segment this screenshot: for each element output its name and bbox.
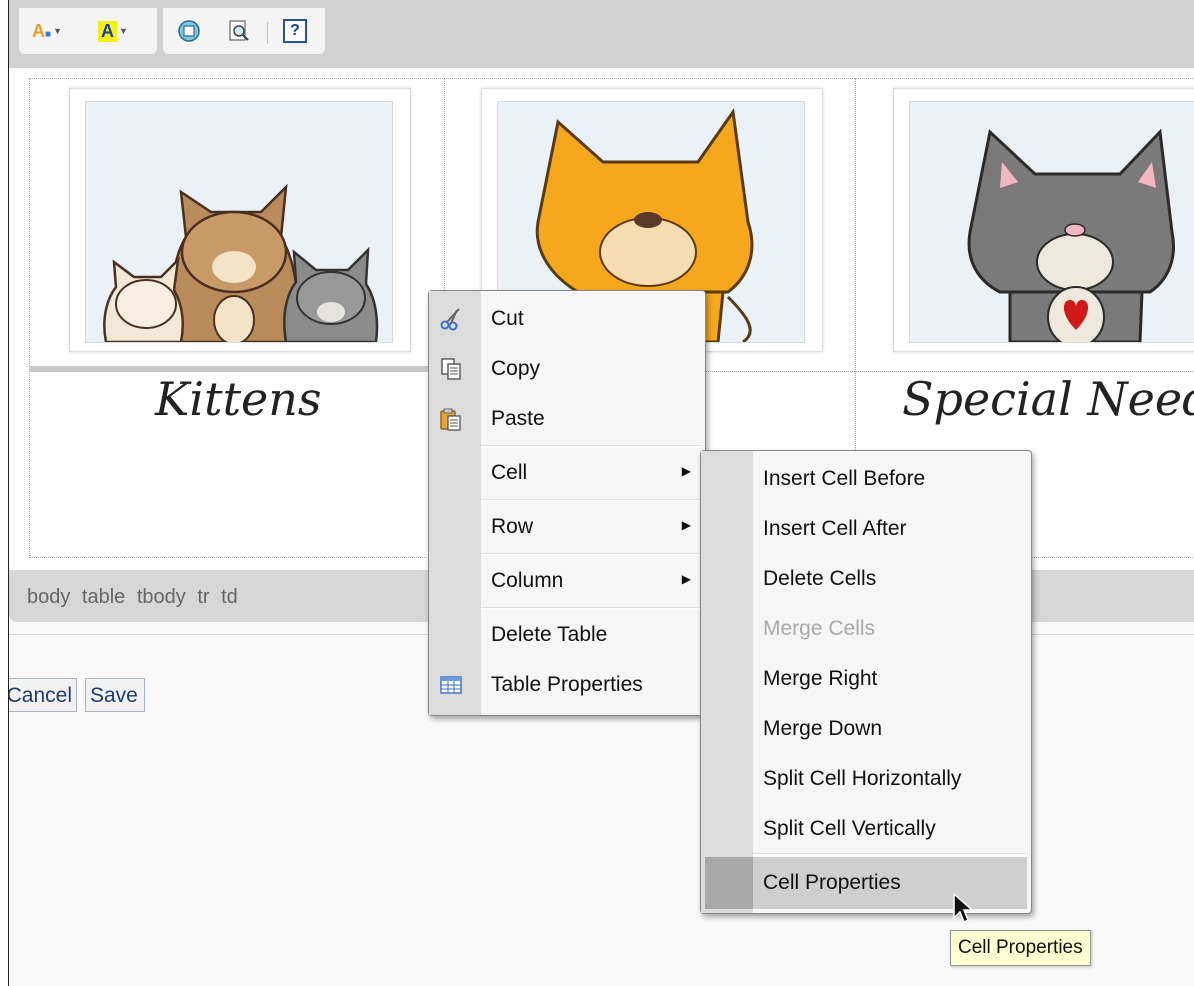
cell-submenu: Insert Cell Before Insert Cell After Del… — [700, 450, 1032, 914]
text-color-button[interactable]: A■ ▼ — [31, 16, 63, 46]
gray-cat-illustration — [967, 128, 1175, 342]
mouse-cursor-icon — [953, 892, 974, 924]
help-button[interactable]: ? — [279, 16, 311, 46]
paste-icon — [440, 408, 461, 431]
menu-item-row[interactable]: Row ▶ — [429, 505, 705, 549]
help-icon: ? — [283, 19, 307, 43]
context-menu: Cut Copy Paste Cell ▶ Row ▶ Column ▶ Del… — [428, 290, 706, 716]
menu-item-merge-right[interactable]: Merge Right — [701, 657, 1031, 701]
gray-cat-heart-image[interactable] — [893, 88, 1194, 352]
menu-item-paste[interactable]: Paste — [429, 397, 705, 441]
submenu-arrow-icon: ▶ — [681, 518, 691, 532]
menu-separator — [753, 853, 1027, 856]
cell-caption: Special Needs — [902, 372, 1194, 426]
scissors-icon — [440, 308, 460, 331]
menu-item-split-cell-horizontally[interactable]: Split Cell Horizontally — [701, 757, 1031, 801]
menu-item-column[interactable]: Column ▶ — [429, 559, 705, 603]
preview-button[interactable] — [223, 16, 255, 46]
editor-toolbar: A■ ▼ A ▼ ? — [9, 0, 1194, 68]
menu-item-delete-table[interactable]: Delete Table — [429, 613, 705, 657]
toolbar-group-colors: A■ ▼ A ▼ — [19, 8, 157, 54]
chevron-down-icon: ▼ — [53, 26, 62, 36]
menu-separator — [481, 553, 701, 556]
preview-icon — [229, 20, 249, 41]
element-path[interactable]: body table tbody tr td — [27, 586, 238, 609]
copy-icon — [441, 358, 461, 380]
table-icon — [440, 676, 462, 694]
submenu-arrow-icon: ▶ — [681, 572, 691, 586]
text-color-icon: A■ — [32, 20, 52, 41]
tooltip: Cell Properties — [950, 930, 1091, 966]
menu-item-merge-down[interactable]: Merge Down — [701, 707, 1031, 751]
submenu-arrow-icon: ▶ — [681, 464, 691, 478]
cancel-button[interactable]: Cancel — [9, 678, 77, 712]
menu-item-delete-cells[interactable]: Delete Cells — [701, 557, 1031, 601]
menu-separator — [481, 499, 701, 502]
menu-separator — [481, 445, 701, 448]
menu-item-cell-properties[interactable]: Cell Properties — [705, 857, 1027, 909]
menu-item-cut[interactable]: Cut — [429, 297, 705, 341]
toolbar-separator — [267, 22, 268, 44]
menu-item-copy[interactable]: Copy — [429, 347, 705, 391]
kittens-illustration — [103, 183, 379, 342]
toolbar-group-tools: ? — [163, 8, 325, 54]
menu-item-merge-cells: Merge Cells — [763, 617, 876, 640]
kittens-image[interactable] — [69, 88, 411, 352]
maximize-button[interactable] — [173, 16, 205, 46]
menu-item-insert-cell-before[interactable]: Insert Cell Before — [701, 457, 1031, 501]
menu-item-cell[interactable]: Cell ▶ — [429, 451, 705, 495]
menu-item-split-cell-vertically[interactable]: Split Cell Vertically — [701, 807, 1031, 851]
save-button[interactable]: Save — [85, 678, 145, 712]
cell-caption: Kittens — [155, 372, 322, 426]
maximize-icon — [178, 20, 200, 42]
menu-separator — [481, 607, 701, 610]
chevron-down-icon: ▼ — [119, 26, 128, 36]
menu-item-table-properties[interactable]: Table Properties — [429, 663, 705, 707]
highlight-color-icon: A — [98, 20, 118, 42]
menu-item-insert-cell-after[interactable]: Insert Cell After — [701, 507, 1031, 551]
background-color-button[interactable]: A ▼ — [97, 16, 129, 46]
